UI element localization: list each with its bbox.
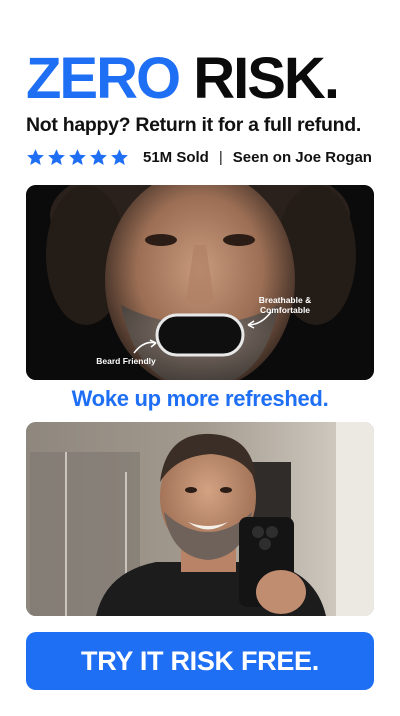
- headline: ZERO RISK.: [26, 50, 340, 108]
- separator: |: [218, 148, 223, 166]
- label-beard-friendly: Beard Friendly: [96, 356, 156, 366]
- ad-page: ZERO RISK. Not happy? Return it for a fu…: [0, 0, 400, 716]
- star-icon: [111, 148, 128, 165]
- seen-on: Seen on Joe Rogan: [232, 148, 372, 166]
- headline-zero: ZERO: [26, 46, 181, 111]
- man-selfie-image: [26, 422, 374, 616]
- star-rating: [26, 148, 129, 167]
- subheadline: Not happy? Return it for a full refund.: [26, 114, 361, 136]
- star-icon: [90, 148, 107, 165]
- label-breathable: Breathable & Comfortable: [258, 295, 312, 315]
- headline-risk: RISK.: [193, 46, 340, 111]
- sold-count: 51M Sold: [143, 148, 209, 166]
- selfie-photo: [26, 422, 374, 616]
- star-icon: [69, 148, 86, 165]
- rating-row: 51M Sold | Seen on Joe Rogan: [26, 146, 372, 168]
- product-closeup-photo: Breathable & Comfortable Beard Friendly: [26, 185, 374, 380]
- try-risk-free-button[interactable]: TRY IT RISK FREE.: [26, 632, 374, 690]
- face-mouth-tape-image: [26, 185, 374, 380]
- star-icon: [27, 148, 44, 165]
- star-icon: [48, 148, 65, 165]
- caption: Woke up more refreshed.: [71, 386, 329, 411]
